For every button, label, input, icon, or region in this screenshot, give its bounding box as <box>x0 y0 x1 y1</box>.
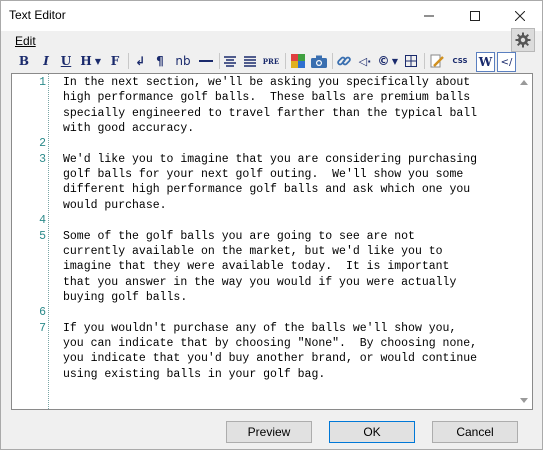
text-editor-window: Text Editor Edit B I U H ▼ F ↲ ¶ nb PRE … <box>0 0 543 450</box>
editor-line-text: that you answer in the way you would if … <box>63 275 457 289</box>
vertical-scrollbar[interactable] <box>517 74 532 409</box>
editor-line-text: you indicate that you'd buy another bran… <box>63 352 478 366</box>
align-center-icon[interactable] <box>223 52 237 70</box>
editor-line-text: using existing balls in your golf bag. <box>63 367 326 381</box>
editor-line-text: currently available on the market, but w… <box>63 244 443 258</box>
minimize-button[interactable] <box>407 1 451 31</box>
ok-button[interactable]: OK <box>329 421 415 443</box>
close-button[interactable] <box>498 1 542 31</box>
camera-icon[interactable] <box>310 52 328 70</box>
toolbar-divider <box>128 53 129 69</box>
toolbar-divider <box>285 53 286 69</box>
scroll-down-icon[interactable] <box>520 398 528 403</box>
horizontal-rule-icon[interactable] <box>198 52 214 70</box>
line-number: 5 <box>39 229 46 243</box>
table-icon[interactable] <box>404 52 418 70</box>
line-number: 6 <box>39 306 46 320</box>
heading-button[interactable]: H <box>79 52 93 70</box>
formatting-toolbar: B I U H ▼ F ↲ ¶ nb PRE ◁· © ▼ CSS W </ <box>1 50 542 72</box>
line-number: 7 <box>39 321 46 335</box>
preview-button[interactable]: Preview <box>226 421 312 443</box>
css-button[interactable]: CSS <box>450 52 470 70</box>
heading-dropdown-icon[interactable]: ▼ <box>94 52 102 70</box>
symbol-icon[interactable]: © <box>377 52 390 70</box>
toolbar-divider <box>424 53 425 69</box>
menu-edit[interactable]: Edit <box>15 34 36 48</box>
toolbar-divider <box>219 53 220 69</box>
color-palette-icon[interactable] <box>290 52 306 70</box>
paragraph-icon[interactable]: ¶ <box>153 52 167 70</box>
link-icon[interactable] <box>336 52 352 70</box>
gutter-divider <box>48 74 49 409</box>
editor-line-text: If you wouldn't purchase any of the ball… <box>63 321 457 335</box>
edit-document-icon[interactable] <box>429 52 445 70</box>
window-title: Text Editor <box>9 8 66 22</box>
close-icon <box>515 11 525 21</box>
settings-button[interactable] <box>511 28 535 52</box>
minimize-icon <box>424 15 434 17</box>
gear-icon <box>515 32 531 48</box>
source-code-button[interactable]: </ <box>497 52 516 72</box>
maximize-icon <box>470 11 480 21</box>
maximize-button[interactable] <box>453 1 497 31</box>
title-bar: Text Editor <box>1 1 542 31</box>
bold-button[interactable]: B <box>17 52 31 70</box>
menu-bar: Edit <box>1 31 542 49</box>
word-mode-button[interactable]: W <box>476 52 495 72</box>
line-number: 4 <box>39 214 46 228</box>
editor-line-text: high performance golf balls. These balls… <box>63 91 471 105</box>
nonbreaking-button[interactable]: nb <box>173 52 193 70</box>
editor-line-text: We'd like you to imagine that you are co… <box>63 152 478 166</box>
cancel-button[interactable]: Cancel <box>432 421 518 443</box>
insert-tag-icon[interactable]: ◁· <box>356 52 374 70</box>
editor-line-text: specially engineered to travel farther t… <box>63 106 478 120</box>
editor-line-text: buying golf balls. <box>63 290 188 304</box>
editor-line-text: imagine that they were available today. … <box>63 260 450 274</box>
editor-line-text: would purchase. <box>63 198 167 212</box>
line-break-icon[interactable]: ↲ <box>133 52 147 70</box>
toolbar-divider <box>332 53 333 69</box>
line-number: 1 <box>39 76 46 89</box>
align-justify-icon[interactable] <box>243 52 257 70</box>
italic-button[interactable]: I <box>39 52 53 70</box>
pre-button[interactable]: PRE <box>262 52 280 70</box>
editor-line-text: Some of the golf balls you are going to … <box>63 229 415 243</box>
menu-edit-label: Edit <box>15 34 36 48</box>
line-number: 3 <box>39 152 46 166</box>
editor-line-text: different high performance golf balls an… <box>63 183 471 197</box>
symbol-dropdown-icon[interactable]: ▼ <box>391 52 399 70</box>
font-button[interactable]: F <box>108 52 122 70</box>
underline-button[interactable]: U <box>59 52 73 70</box>
text-editor-area[interactable]: 1 In the next section, we'll be asking yo… <box>11 73 533 410</box>
scroll-up-icon[interactable] <box>520 80 528 85</box>
editor-line-text: In the next section, we'll be asking you… <box>63 76 471 89</box>
line-number: 2 <box>39 137 46 151</box>
editor-line-text: golf balls for your next golf outing. We… <box>63 168 464 182</box>
editor-line-text: you can indicate that by choosing "None"… <box>63 336 478 350</box>
editor-line-text: with good accuracy. <box>63 122 195 136</box>
